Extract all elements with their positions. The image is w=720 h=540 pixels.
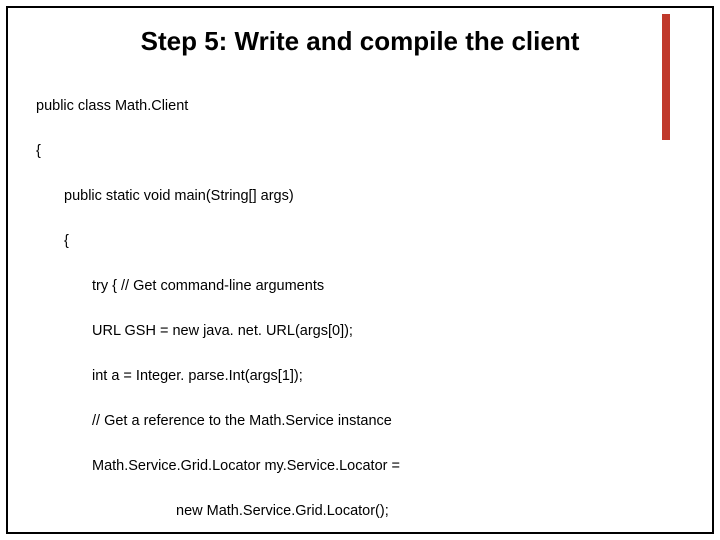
slide-title: Step 5: Write and compile the client [36, 26, 684, 57]
code-line: public static void main(String[] args) [64, 185, 684, 207]
code-line: int a = Integer. parse.Int(args[1]); [92, 365, 684, 387]
slide-frame: Step 5: Write and compile the client pub… [6, 6, 714, 534]
code-line: { [64, 230, 684, 252]
code-line: new Math.Service.Grid.Locator(); [176, 500, 684, 522]
accent-bar [662, 14, 670, 140]
title-step: Step 5: [141, 26, 228, 56]
code-line: URL GSH = new java. net. URL(args[0]); [92, 320, 684, 342]
code-line: Math.Service.Grid.Locator my.Service.Loc… [92, 455, 684, 477]
code-line: // Get a reference to the Math.Service i… [92, 410, 684, 432]
title-rest: Write and compile the client [227, 26, 579, 56]
code-line: public class Math.Client [36, 95, 684, 117]
code-line: { [36, 140, 684, 162]
code-block: public class Math.Client { public static… [36, 73, 684, 534]
code-line: try { // Get command-line arguments [92, 275, 684, 297]
